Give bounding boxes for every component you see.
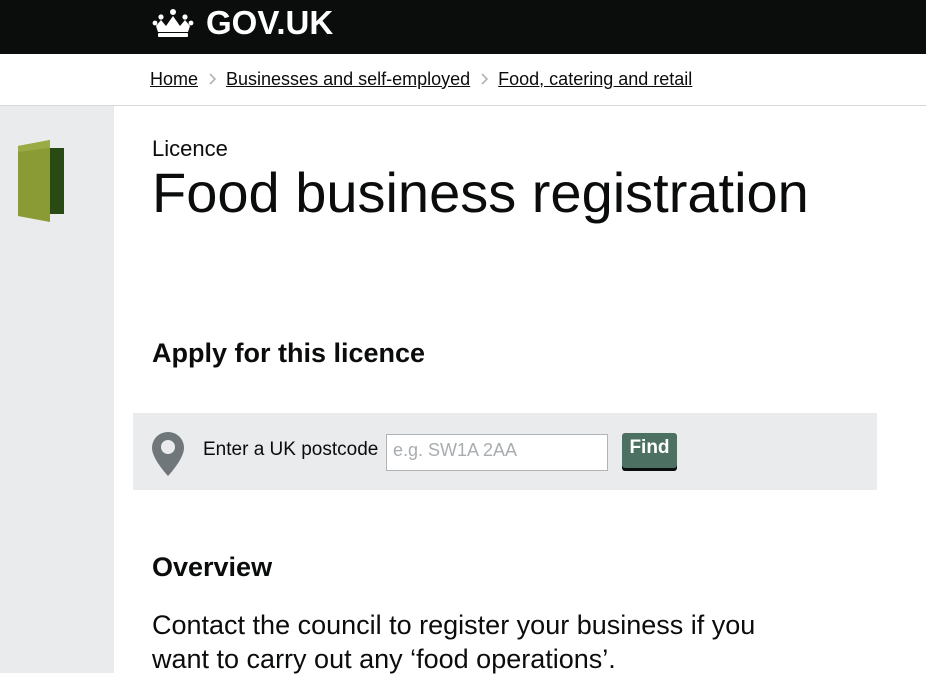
site-header: GOV.UK — [0, 0, 926, 54]
apply-heading: Apply for this licence — [152, 338, 426, 368]
chevron-right-icon — [481, 73, 489, 85]
licence-book-icon — [18, 140, 64, 222]
breadcrumb-food-catering-link[interactable]: Food, catering and retail — [498, 69, 692, 90]
overview-text: Contact the council to register your bus… — [152, 610, 756, 674]
breadcrumb-home-link[interactable]: Home — [150, 69, 198, 90]
find-button[interactable]: Find — [622, 433, 677, 468]
postcode-label: Enter a UK postcode — [203, 439, 379, 460]
logo-text: GOV.UK — [206, 4, 334, 41]
page-title: Food business registration — [152, 161, 809, 224]
breadcrumb: Home Businesses and self-employed Food, … — [150, 66, 692, 92]
postcode-search-panel: Enter a UK postcode Find — [133, 413, 877, 490]
breadcrumb-businesses-link[interactable]: Businesses and self-employed — [226, 69, 470, 90]
page-caption: Licence — [152, 136, 228, 161]
chevron-right-icon — [209, 73, 217, 85]
crown-icon — [152, 9, 194, 37]
location-pin-icon — [152, 432, 184, 476]
postcode-input[interactable] — [386, 434, 608, 471]
govuk-logo-link[interactable]: GOV.UK — [152, 4, 334, 41]
overview-heading: Overview — [152, 552, 273, 582]
header-divider — [0, 105, 926, 106]
